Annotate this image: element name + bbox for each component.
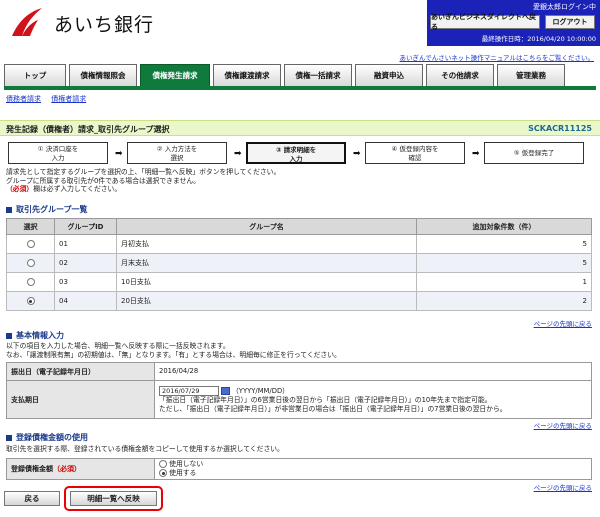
- use-amount-yes-radio[interactable]: [159, 469, 167, 477]
- last-operation: 最終操作日時：2016/04/20 10:00:00: [481, 35, 596, 43]
- step-arrow-icon: ➡: [353, 149, 361, 159]
- basic-info-table: 振出日（電子記録年月日） 2016/04/28 支払期日 2016/07/29 （…: [6, 362, 592, 419]
- login-user: 愛銀太郎ログイン中: [533, 3, 596, 11]
- registered-amount-label: 登録債権金額（必須）: [6, 458, 155, 480]
- instructions: 請求先として指定するグループを選択の上、「明細一覧へ反映」ボタンを押してください…: [6, 168, 281, 193]
- page-title-bar: 発生記録（債権者）請求_取引先グループ選択 SCKACR11125: [0, 120, 600, 136]
- due-note-1: 「振出日（電子記録年月日）」の6営業日後の翌日から「振出日（電子記録年月日）」の…: [159, 395, 492, 404]
- square-bullet-icon: [6, 332, 12, 339]
- square-bullet-icon: [6, 206, 12, 213]
- table-row: 02 月末支払 5: [6, 253, 592, 273]
- tab-top[interactable]: トップ: [4, 64, 66, 86]
- group-radio-02[interactable]: [26, 259, 35, 267]
- sub-navigation: 債務者請求 債権者請求: [6, 94, 94, 104]
- tab-transfer[interactable]: 債権譲渡請求: [213, 64, 281, 86]
- bank-name: あいち銀行: [54, 14, 155, 36]
- group-radio-03[interactable]: [26, 278, 35, 286]
- tab-other[interactable]: その他請求: [426, 64, 494, 86]
- page-top-link[interactable]: ページの先頭に戻る: [534, 420, 592, 430]
- back-button[interactable]: 戻る: [4, 491, 60, 506]
- page-top-link[interactable]: ページの先頭に戻る: [534, 482, 592, 492]
- group-radio-01[interactable]: [26, 240, 35, 248]
- tab-bulk[interactable]: 債権一括請求: [284, 64, 352, 86]
- tab-inquiry[interactable]: 債権情報照会: [69, 64, 137, 86]
- main-tabs: トップ 債権情報照会 債権発生請求 債権譲渡請求 債権一括請求 融資申込 その他…: [4, 64, 594, 86]
- col-count: 追加対象件数（件）: [416, 218, 592, 235]
- tab-issue[interactable]: 債権発生請求: [140, 64, 210, 86]
- manual-link[interactable]: あいぎんでんさいネット操作マニュアルはこちらをご覧ください。: [400, 52, 594, 62]
- bank-logo-icon: [12, 8, 42, 36]
- col-group-name: グループ名: [116, 218, 417, 235]
- subnav-creditor[interactable]: 債権者請求: [51, 95, 86, 103]
- page-top-link[interactable]: ページの先頭に戻る: [534, 318, 592, 328]
- step-arrow-icon: ➡: [234, 149, 242, 159]
- step-arrow-icon: ➡: [115, 149, 123, 159]
- basic-description: 以下の項目を入力した場合、明細一覧へ反映する際に一括反映されます。 なお、「譲渡…: [6, 342, 341, 359]
- required-mark: （必須）: [6, 185, 34, 193]
- step-5: ⑤ 仮登録完了: [484, 142, 584, 164]
- header-panel: 愛銀太郎ログイン中 あいぎんビジネスダイレクトへ戻る ログアウト 最終操作日時：…: [427, 0, 600, 46]
- screen-id: SCKACR11125: [528, 124, 592, 133]
- basic-section-heading: 基本情報入力: [6, 330, 64, 341]
- calendar-icon[interactable]: [221, 386, 230, 395]
- step-arrow-icon: ➡: [472, 149, 480, 159]
- date-format: （YYYY/MM/DD）: [232, 386, 289, 395]
- col-select: 選択: [6, 218, 55, 235]
- group-radio-04[interactable]: [26, 297, 35, 305]
- step-1: ① 決済口座を 入力: [8, 142, 108, 164]
- page-title: 発生記録（債権者）請求_取引先グループ選択: [6, 125, 170, 134]
- table-row: 03 10日支払 1: [6, 272, 592, 292]
- use-amount-no-radio[interactable]: [159, 460, 167, 468]
- header: あいち銀行 愛銀太郎ログイン中 あいぎんビジネスダイレクトへ戻る ログアウト 最…: [0, 0, 600, 62]
- step-4: ④ 仮登録内容を 確認: [365, 142, 465, 164]
- tab-underline: [4, 86, 596, 90]
- step-3: ③ 請求明細を 入力: [246, 142, 346, 164]
- issue-date-label: 振出日（電子記録年月日）: [6, 362, 155, 381]
- usage-description: 取引先を選択する際、登録されている債権金額をコピーして使用するか選択してください…: [6, 445, 284, 453]
- logout-button[interactable]: ログアウト: [545, 15, 595, 29]
- subnav-debtor[interactable]: 債務者請求: [6, 95, 41, 103]
- table-row: 04 20日支払 2: [6, 291, 592, 311]
- tab-loan[interactable]: 融資申込: [355, 64, 423, 86]
- usage-table: 登録債権金額（必須） 使用しない 使用する: [6, 458, 592, 480]
- table-row: 01 月初支払 5: [6, 234, 592, 254]
- group-section-heading: 取引先グループ一覧: [6, 204, 88, 215]
- direct-return-button[interactable]: あいぎんビジネスダイレクトへ戻る: [430, 13, 540, 31]
- col-group-id: グループID: [54, 218, 117, 235]
- square-bullet-icon: [6, 434, 12, 441]
- group-table: 選択 グループID グループ名 追加対象件数（件） 01 月初支払 5 02 月…: [6, 218, 592, 311]
- step-2: ② 入力方法を 選択: [127, 142, 227, 164]
- tab-admin[interactable]: 管理業務: [497, 64, 565, 86]
- due-date-input[interactable]: 2016/07/29: [159, 385, 219, 396]
- usage-section-heading: 登録債権金額の使用: [6, 432, 88, 443]
- due-note-2: ただし、「振出日（電子記録年月日）」が非営業日の場合は「振出日（電子記録年月日）…: [159, 404, 507, 413]
- due-date-label: 支払期日: [6, 380, 155, 419]
- issue-date-value: 2016/04/28: [154, 362, 592, 381]
- step-indicator: ① 決済口座を 入力 ➡ ② 入力方法を 選択 ➡ ③ 請求明細を 入力 ➡ ④ 仮登…: [8, 142, 598, 164]
- highlight-box: [64, 486, 163, 511]
